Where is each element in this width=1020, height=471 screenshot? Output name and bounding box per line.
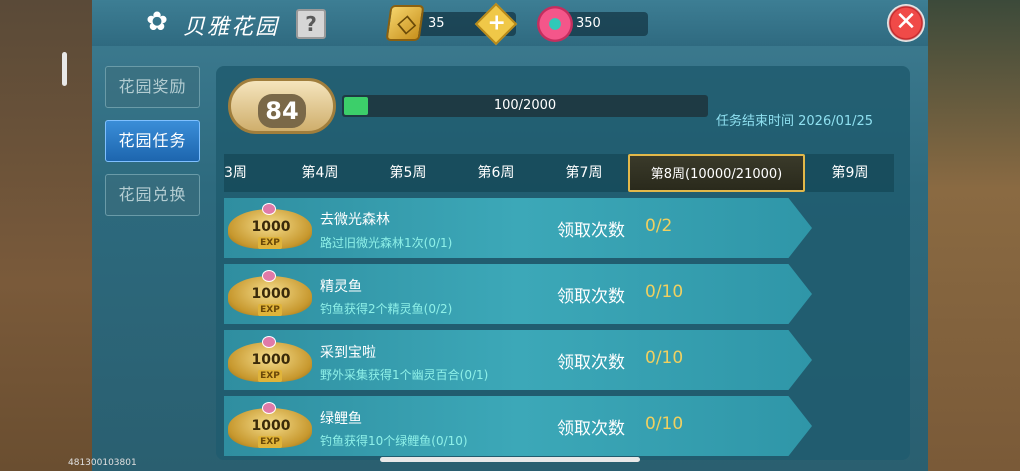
- plus-icon: +: [487, 10, 506, 36]
- tab-week-8[interactable]: 第8周(10000/21000): [628, 154, 805, 192]
- sidebar-item-garden-exchange[interactable]: 花园兑换: [105, 174, 200, 216]
- task-name: 精灵鱼: [320, 279, 362, 295]
- exp-reward-icon: 1000 EXP: [228, 336, 312, 386]
- claim-count-label: 领取次数: [557, 353, 625, 373]
- gem-icon: [262, 203, 276, 215]
- sidebar-item-garden-rewards[interactable]: 花园奖励: [105, 66, 200, 108]
- claim-count-label: 领取次数: [557, 287, 625, 307]
- flower-amount: 350: [576, 16, 601, 31]
- exp-reward-icon: 1000 EXP: [228, 203, 312, 253]
- home-indicator[interactable]: [380, 457, 640, 462]
- gem-icon: [262, 270, 276, 282]
- tab-week-3[interactable]: 3周: [224, 154, 256, 192]
- task-name: 绿鲤鱼: [320, 411, 362, 427]
- gem-icon: [262, 402, 276, 414]
- exp-tag: EXP: [258, 370, 282, 382]
- tab-week-5[interactable]: 第5周: [364, 154, 452, 192]
- exp-progress-bar: 100/2000: [342, 95, 708, 117]
- claim-count-value: 0/10: [645, 282, 684, 302]
- close-button[interactable]: ✕: [887, 4, 925, 42]
- task-row[interactable]: [224, 198, 812, 258]
- task-row[interactable]: [224, 330, 812, 390]
- exp-reward-icon: 1000 EXP: [228, 270, 312, 320]
- task-row[interactable]: [224, 396, 812, 456]
- tab-week-9[interactable]: 第9周: [806, 154, 894, 192]
- user-id-text: 481300103801: [68, 458, 137, 468]
- tab-week-6[interactable]: 第6周: [452, 154, 540, 192]
- claim-count-value: 0/10: [645, 414, 684, 434]
- claim-count-label: 领取次数: [557, 419, 625, 439]
- task-row[interactable]: [224, 264, 812, 324]
- exp-tag: EXP: [258, 304, 282, 316]
- tab-week-4[interactable]: 第4周: [276, 154, 364, 192]
- task-name: 去微光森林: [320, 212, 390, 228]
- claim-count-value: 0/10: [645, 348, 684, 368]
- task-description: 钓鱼获得2个精灵鱼(0/2): [320, 302, 453, 316]
- background-left: [0, 0, 92, 471]
- scroll-indicator[interactable]: [62, 52, 67, 86]
- window-title: 贝雅花园: [183, 15, 280, 40]
- task-end-time: 任务结束时间 2026/01/25: [716, 114, 874, 129]
- reward-amount: 1000: [251, 286, 291, 302]
- flower-icon: ✿: [146, 7, 168, 37]
- pink-flower-icon: [537, 6, 573, 42]
- progress-text: 100/2000: [493, 98, 557, 113]
- tab-week-7[interactable]: 第7周: [540, 154, 628, 192]
- task-name: 采到宝啦: [320, 345, 376, 361]
- reward-amount: 1000: [251, 418, 291, 434]
- reward-amount: 1000: [251, 352, 291, 368]
- exp-reward-icon: 1000 EXP: [228, 402, 312, 452]
- gold-amount: 35: [428, 16, 445, 31]
- task-description: 野外采集获得1个幽灵百合(0/1): [320, 368, 489, 382]
- gold-gem-icon: [385, 5, 425, 41]
- task-description: 路过旧微光森林1次(0/1): [320, 236, 453, 250]
- reward-amount: 1000: [251, 219, 291, 235]
- exp-tag: EXP: [258, 237, 282, 249]
- background-right: [928, 0, 1020, 471]
- sidebar-item-garden-tasks[interactable]: 花园任务: [105, 120, 200, 162]
- claim-count-label: 领取次数: [557, 221, 625, 241]
- help-button[interactable]: ?: [296, 9, 326, 39]
- gem-icon: [262, 336, 276, 348]
- claim-count-value: 0/2: [645, 216, 673, 236]
- exp-tag: EXP: [258, 436, 282, 448]
- task-description: 钓鱼获得10个绿鲤鱼(0/10): [320, 434, 468, 448]
- level-value: 84: [258, 94, 306, 128]
